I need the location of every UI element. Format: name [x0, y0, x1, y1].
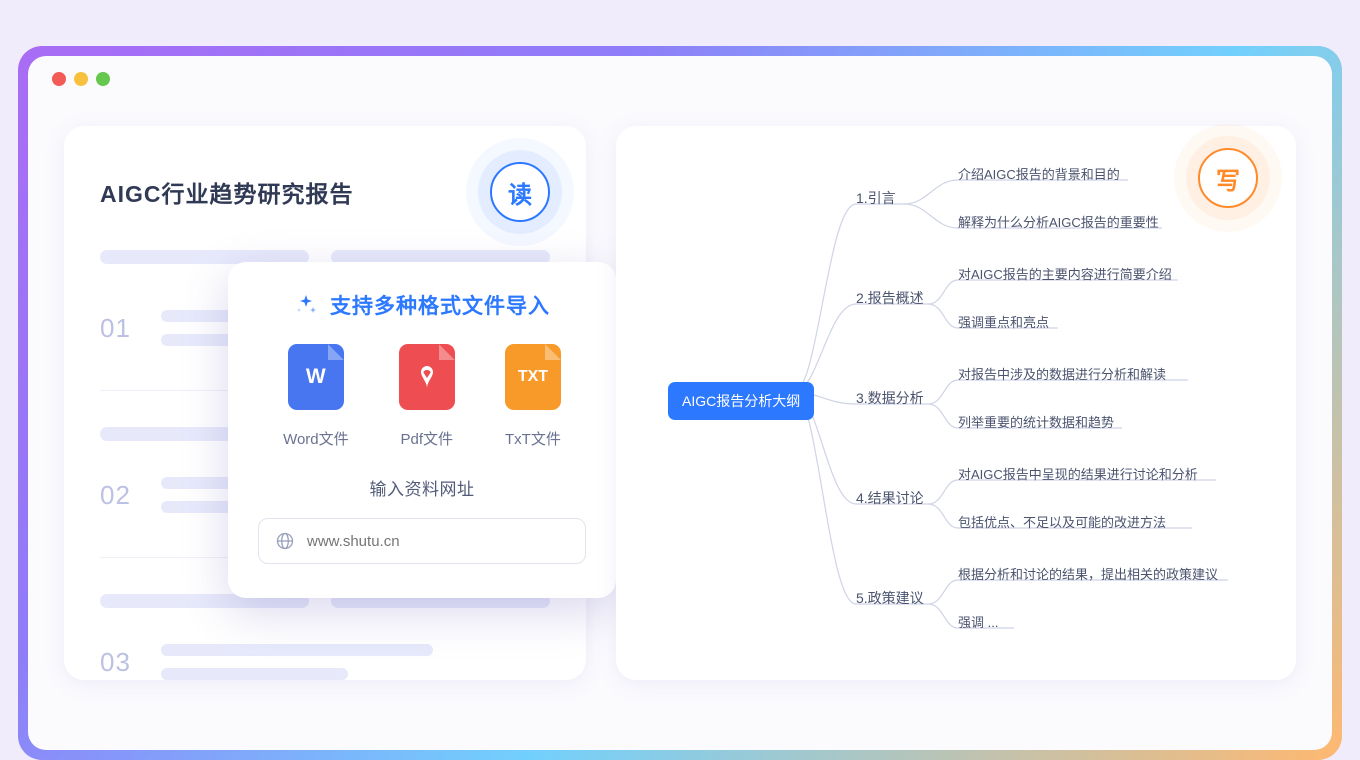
import-subtitle: 输入资料网址: [258, 475, 586, 500]
list-item: 03: [100, 644, 550, 680]
url-input-wrap[interactable]: [258, 518, 586, 564]
minimize-dot-icon: [74, 72, 88, 86]
mindmap-leaf[interactable]: 强调 ...: [958, 612, 998, 631]
file-type-pdf[interactable]: Pdf文件: [399, 344, 455, 449]
mindmap-leaf[interactable]: 包括优点、不足以及可能的改进方法: [958, 512, 1166, 531]
write-panel: 写: [616, 126, 1296, 680]
mindmap-leaf[interactable]: 对AIGC报告的主要内容进行简要介绍: [958, 264, 1172, 283]
globe-icon: [275, 531, 295, 551]
mindmap-branch[interactable]: 1.引言: [856, 188, 896, 208]
window-traffic-lights: [28, 72, 1332, 100]
mindmap-leaf[interactable]: 对报告中涉及的数据进行分析和解读: [958, 364, 1166, 383]
file-type-label: Pdf文件: [401, 428, 454, 449]
txt-icon: TXT: [505, 344, 561, 410]
file-type-txt[interactable]: TXT TxT文件: [505, 344, 561, 449]
mindmap-leaf[interactable]: 强调重点和亮点: [958, 312, 1049, 331]
file-type-label: Word文件: [283, 428, 349, 449]
mindmap-root[interactable]: AIGC报告分析大纲: [668, 382, 814, 420]
mindmap-branch[interactable]: 5.政策建议: [856, 588, 924, 608]
pdf-icon: [399, 344, 455, 410]
mindmap-leaf[interactable]: 解释为什么分析AIGC报告的重要性: [958, 212, 1159, 231]
maximize-dot-icon: [96, 72, 110, 86]
mindmap-leaf[interactable]: 对AIGC报告中呈现的结果进行讨论和分析: [958, 464, 1198, 483]
file-type-word[interactable]: W Word文件: [283, 344, 349, 449]
close-dot-icon: [52, 72, 66, 86]
item-number: 02: [100, 480, 131, 511]
read-panel: AIGC行业趋势研究报告 读 01 02: [64, 126, 586, 680]
mindmap-leaf[interactable]: 列举重要的统计数据和趋势: [958, 412, 1114, 431]
item-number: 01: [100, 313, 131, 344]
mindmap-leaf[interactable]: 根据分析和讨论的结果，提出相关的政策建议: [958, 564, 1218, 583]
url-input[interactable]: [307, 533, 569, 550]
file-type-label: TxT文件: [505, 428, 561, 449]
sparkle-icon: [294, 293, 318, 317]
gradient-frame: AIGC行业趋势研究报告 读 01 02: [18, 46, 1342, 760]
mindmap-leaf[interactable]: 介绍AIGC报告的背景和目的: [958, 164, 1120, 183]
mindmap-branch[interactable]: 4.结果讨论: [856, 488, 924, 508]
item-number: 03: [100, 647, 131, 678]
read-badge: 读: [490, 162, 550, 222]
mindmap-branch[interactable]: 2.报告概述: [856, 288, 924, 308]
import-card: 支持多种格式文件导入 W Word文件 Pdf文件: [228, 262, 616, 598]
word-icon: W: [288, 344, 344, 410]
report-title: AIGC行业趋势研究报告: [100, 175, 354, 209]
mindmap-branch[interactable]: 3.数据分析: [856, 388, 924, 408]
mindmap: AIGC报告分析大纲 1.引言 2.报告概述 3.数据分析 4.结果讨论 5.政…: [668, 156, 1296, 656]
mock-window: AIGC行业趋势研究报告 读 01 02: [28, 56, 1332, 750]
import-title: 支持多种格式文件导入: [330, 290, 550, 320]
